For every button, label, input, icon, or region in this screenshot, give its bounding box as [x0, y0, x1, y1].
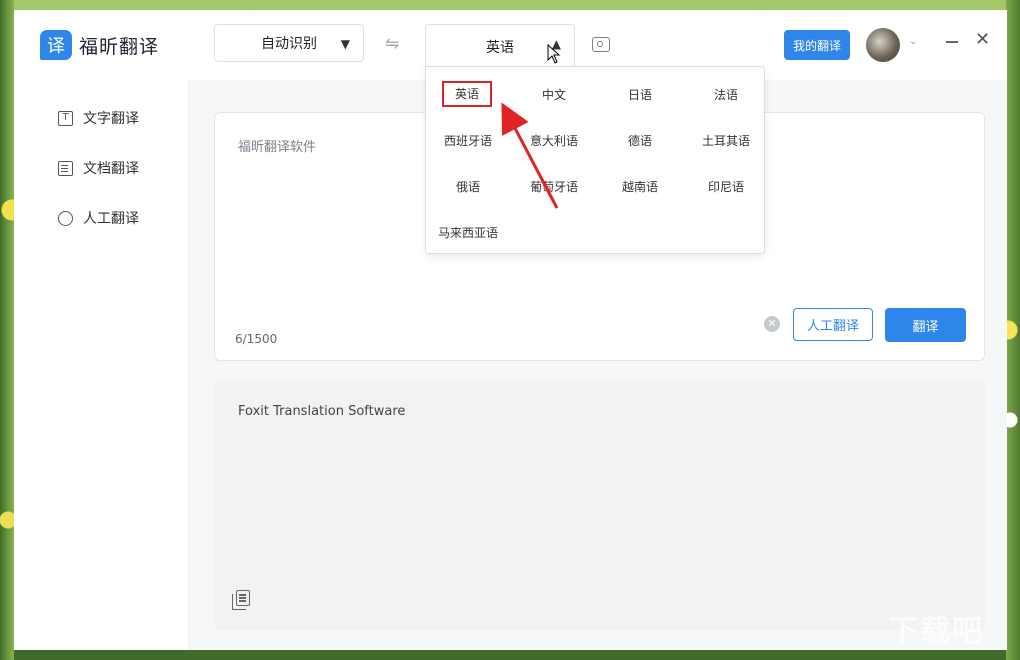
swap-languages-icon[interactable]: ⇋ — [385, 34, 399, 54]
sidebar-item-label: 人工翻译 — [83, 211, 139, 227]
source-language-select[interactable]: 自动识别 ▼ — [214, 24, 364, 62]
language-option[interactable]: 土耳其语 — [686, 132, 766, 149]
caret-down-icon: ▼ — [340, 37, 350, 51]
output-panel: Foxit Translation Software — [214, 380, 985, 630]
human-translate-button[interactable]: 人工翻译 — [793, 308, 873, 341]
char-count: 6/1500 — [235, 332, 278, 346]
person-icon — [58, 210, 73, 226]
mouse-cursor-icon — [547, 44, 561, 64]
language-option[interactable]: 西班牙语 — [428, 132, 508, 149]
language-option[interactable]: 日语 — [600, 86, 680, 103]
language-option[interactable]: 法语 — [686, 86, 766, 103]
language-option[interactable]: 马来西亚语 — [428, 224, 508, 241]
source-language-label: 自动识别 — [261, 36, 317, 52]
sidebar-item-human-translate[interactable]: 人工翻译 — [58, 208, 139, 228]
translated-text: Foxit Translation Software — [238, 404, 406, 419]
sidebar-item-text-translate[interactable]: T 文字翻译 — [58, 108, 139, 128]
camera-icon[interactable] — [592, 37, 610, 52]
translate-button[interactable]: 翻译 — [885, 308, 966, 342]
watermark-logo: 下载吧 — [888, 614, 984, 649]
language-option[interactable]: 越南语 — [600, 178, 680, 195]
language-option[interactable]: 印尼语 — [686, 178, 766, 195]
language-option[interactable]: 中文 — [514, 86, 594, 103]
target-language-label: 英语 — [486, 39, 514, 56]
language-option[interactable]: 德语 — [600, 132, 680, 149]
sidebar-item-label: 文字翻译 — [83, 111, 139, 127]
language-option-selected[interactable]: 英语 — [442, 81, 492, 107]
avatar[interactable] — [866, 28, 900, 62]
sidebar: T 文字翻译 文档翻译 人工翻译 — [14, 80, 189, 650]
language-option[interactable]: 意大利语 — [514, 132, 594, 149]
document-icon — [58, 160, 73, 176]
my-translations-button[interactable]: 我的翻译 — [784, 30, 850, 60]
copy-icon[interactable] — [232, 590, 250, 610]
clear-icon[interactable]: ✕ — [764, 316, 780, 332]
logo-icon: 译 — [40, 30, 72, 60]
chevron-down-icon[interactable]: ⌄ — [909, 36, 917, 47]
source-text-input[interactable]: 福昕翻译软件 — [238, 136, 316, 155]
close-icon[interactable]: ✕ — [975, 29, 990, 50]
app-window: 译 福昕翻译 自动识别 ▼ ⇋ 英语 ▲ 我的翻译 ⌄ ✕ T 文字翻译 文档翻… — [14, 10, 1007, 650]
minimize-icon[interactable] — [946, 41, 958, 43]
sidebar-item-label: 文档翻译 — [83, 161, 139, 177]
language-option[interactable]: 葡萄牙语 — [514, 178, 594, 195]
language-option[interactable]: 俄语 — [428, 178, 508, 195]
app-logo: 译 福昕翻译 — [40, 30, 159, 60]
language-dropdown: 英语 中文 日语 法语 西班牙语 意大利语 德语 土耳其语 俄语 葡萄牙语 越南… — [425, 66, 765, 254]
sidebar-item-document-translate[interactable]: 文档翻译 — [58, 158, 139, 178]
app-name: 福昕翻译 — [79, 35, 160, 58]
text-icon: T — [58, 110, 73, 126]
